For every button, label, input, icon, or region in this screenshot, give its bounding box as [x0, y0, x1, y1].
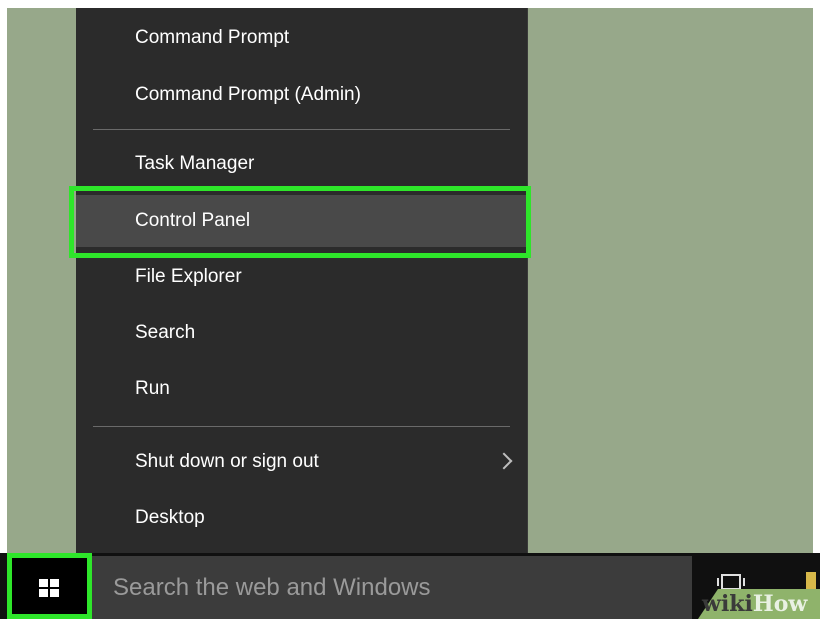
menu-item-label: Task Manager: [135, 153, 255, 174]
menu-item-label: Search: [135, 322, 196, 343]
menu-item-command-prompt[interactable]: Command Prompt: [76, 12, 528, 64]
menu-item-task-manager[interactable]: Task Manager: [76, 138, 528, 190]
menu-item-command-prompt-admin[interactable]: Command Prompt (Admin): [76, 69, 528, 121]
taskbar-search-box[interactable]: Search the web and Windows: [92, 556, 692, 619]
menu-item-label: Run: [135, 378, 170, 399]
menu-item-label: File Explorer: [135, 266, 242, 287]
image-border-left: [0, 0, 7, 553]
chevron-right-icon: [495, 452, 513, 470]
menu-separator: [93, 129, 510, 130]
menu-item-run[interactable]: Run: [76, 363, 528, 415]
watermark-text: wikiHow: [702, 591, 808, 617]
menu-item-search[interactable]: Search: [76, 307, 528, 359]
power-user-context-menu: Command Prompt Command Prompt (Admin) Ta…: [76, 8, 528, 554]
menu-item-label: Shut down or sign out: [135, 451, 319, 472]
menu-item-label: Control Panel: [135, 210, 251, 231]
start-button[interactable]: [7, 553, 92, 619]
wikihow-watermark: wikiHow: [688, 589, 820, 619]
menu-item-label: Command Prompt (Admin): [135, 84, 361, 105]
windows-logo-icon: [39, 579, 59, 597]
menu-item-label: Desktop: [135, 507, 205, 528]
menu-item-control-panel[interactable]: Control Panel: [76, 195, 528, 247]
menu-item-file-explorer[interactable]: File Explorer: [76, 251, 528, 303]
menu-item-shut-down[interactable]: Shut down or sign out: [76, 436, 528, 488]
search-placeholder: Search the web and Windows: [113, 573, 431, 601]
menu-item-desktop[interactable]: Desktop: [76, 492, 528, 544]
image-border-right: [813, 0, 820, 553]
menu-separator: [93, 426, 510, 427]
menu-item-label: Command Prompt: [135, 27, 290, 48]
image-border-top: [0, 0, 820, 8]
